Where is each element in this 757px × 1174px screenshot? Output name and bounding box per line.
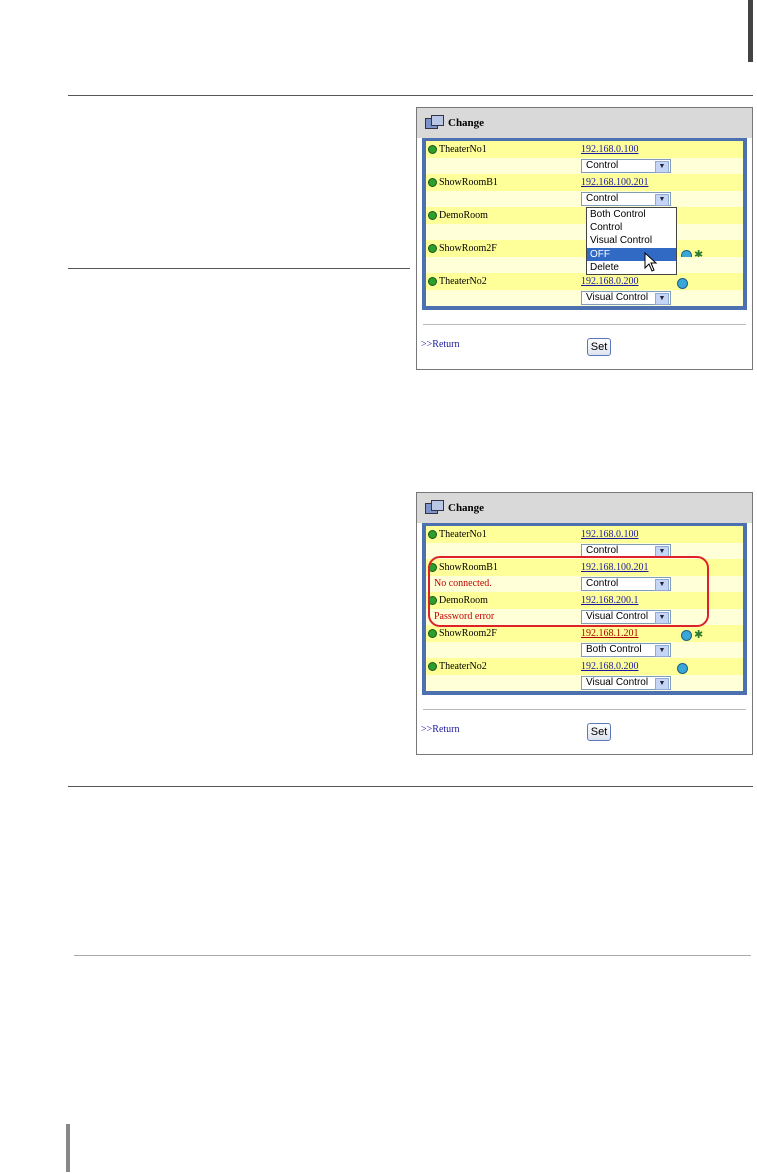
network-icon[interactable] [677, 277, 688, 289]
projector-name: ShowRoom2F [439, 627, 497, 639]
projector-name: TheaterNo2 [439, 660, 487, 672]
divider-top [68, 95, 753, 96]
divider-left [68, 268, 410, 269]
table-row: Visual Control ▼ [426, 289, 743, 306]
chevron-down-icon: ▼ [655, 193, 669, 206]
chevron-down-icon: ▼ [655, 677, 669, 690]
mode-dropdown-list[interactable]: Both Control Control Visual Control OFF … [586, 207, 677, 275]
change-panel-1: Change TheaterNo1 192.168.0.100 Control ▼… [416, 107, 753, 370]
option-off[interactable]: OFF [587, 247, 676, 261]
table-row: ShowRoomB1 192.168.100.201 [426, 174, 743, 191]
status-dot-icon [428, 276, 437, 286]
projector-name: TheaterNo1 [439, 528, 487, 540]
table-row [426, 223, 743, 240]
ip-link[interactable]: 192.168.0.100 [581, 144, 639, 155]
status-dot-icon [428, 210, 437, 220]
mode-select[interactable]: Visual Control ▼ [581, 675, 671, 690]
panel-footer: >>Return Set [421, 709, 746, 754]
table-row [426, 256, 743, 273]
panel-header: Change [417, 493, 752, 523]
option-control[interactable]: Control [587, 221, 676, 234]
status-dot-icon [428, 529, 437, 539]
mode-select[interactable]: Control ▼ [581, 158, 671, 173]
divider-mid [68, 786, 753, 787]
mode-select[interactable]: Both Control ▼ [581, 642, 671, 657]
status-dot-icon [428, 661, 437, 671]
page-edge-tab [748, 0, 753, 62]
status-dot-icon [428, 177, 437, 187]
table-row: TheaterNo2 192.168.0.200 [426, 658, 743, 675]
table-row: Visual Control ▼ [426, 674, 743, 691]
chevron-down-icon: ▼ [655, 160, 669, 173]
projector-name: DemoRoom [439, 209, 488, 221]
change-icon [425, 500, 444, 516]
projector-list: TheaterNo1 192.168.0.100 Control ▼ ShowRo… [422, 138, 747, 310]
ip-link[interactable]: 192.168.100.201 [581, 177, 649, 188]
mode-select[interactable]: Control ▼ [581, 191, 671, 206]
divider-bottom [74, 955, 751, 956]
table-row: Both Control ▼ [426, 641, 743, 658]
projector-name: ShowRoomB1 [439, 176, 498, 188]
table-row: Control ▼ [426, 157, 743, 174]
table-row: DemoRoom [426, 207, 743, 224]
status-dot-icon [428, 628, 437, 638]
table-row: ShowRoom2F 192.168.1.201 ✱ [426, 625, 743, 642]
network-icon[interactable] [677, 662, 688, 674]
chevron-down-icon: ▼ [655, 292, 669, 305]
ip-link[interactable]: 192.168.0.200 [581, 661, 639, 672]
panel-header: Change [417, 108, 752, 138]
return-link[interactable]: >>Return [421, 724, 460, 735]
option-both-control[interactable]: Both Control [587, 208, 676, 221]
set-button[interactable]: Set [587, 338, 611, 356]
table-row: Control ▼ [426, 190, 743, 207]
panel-footer: >>Return Set [421, 324, 746, 369]
panel-title: Change [448, 502, 485, 514]
projector-name: ShowRoom2F [439, 242, 497, 254]
change-icon [425, 115, 444, 131]
table-row: TheaterNo1 192.168.0.100 [426, 141, 743, 158]
ip-link[interactable]: 192.168.0.200 [581, 276, 639, 287]
network-icon[interactable] [681, 629, 692, 641]
mouse-pointer-icon [644, 252, 658, 272]
panel-title: Change [448, 117, 485, 129]
projector-name: TheaterNo1 [439, 143, 487, 155]
status-dot-icon [428, 144, 437, 154]
table-row: TheaterNo2 192.168.0.200 [426, 273, 743, 290]
chevron-down-icon: ▼ [655, 644, 669, 657]
error-highlight-box [428, 556, 709, 627]
return-link[interactable]: >>Return [421, 339, 460, 350]
option-visual-control[interactable]: Visual Control [587, 234, 676, 247]
set-button[interactable]: Set [587, 723, 611, 741]
table-row: TheaterNo1 192.168.0.100 [426, 526, 743, 543]
page-margin-bar [66, 1124, 70, 1172]
projector-name: TheaterNo2 [439, 275, 487, 287]
mode-select[interactable]: Visual Control ▼ [581, 290, 671, 305]
tool-icon[interactable]: ✱ [694, 629, 705, 641]
option-delete[interactable]: Delete [587, 261, 676, 274]
ip-link[interactable]: 192.168.1.201 [581, 628, 639, 639]
table-row: ShowRoom2F ✱ [426, 240, 743, 262]
status-dot-icon [428, 243, 437, 253]
ip-link[interactable]: 192.168.0.100 [581, 529, 639, 540]
